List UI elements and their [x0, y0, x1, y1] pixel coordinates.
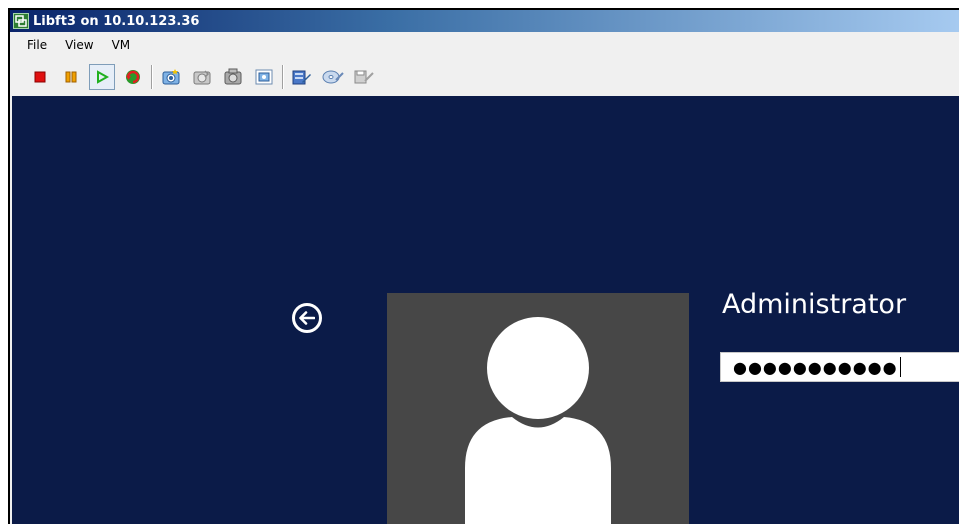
toolbar-separator — [151, 65, 153, 89]
vm-console-screen[interactable]: Administrator ●●●●●●●●●●● — [12, 96, 959, 524]
suspend-button[interactable] — [58, 64, 84, 90]
snapshot-manager-icon — [224, 68, 242, 85]
power-on-button[interactable] — [89, 64, 115, 90]
menu-bar: File View VM — [10, 35, 136, 55]
reset-icon — [126, 70, 140, 84]
vm-console-window: Libft3 on 10.10.123.36 File View VM Admi… — [8, 8, 959, 524]
menu-view[interactable]: View — [53, 38, 99, 52]
floppy-icon — [354, 70, 374, 84]
settings-icon — [255, 69, 273, 85]
window-title: Libft3 on 10.10.123.36 — [33, 13, 200, 29]
menu-file[interactable]: File — [10, 38, 53, 52]
title-bar: Libft3 on 10.10.123.36 — [10, 10, 959, 32]
menu-vm[interactable]: VM — [100, 38, 137, 52]
snapshot-revert-icon — [193, 70, 211, 85]
user-avatar — [387, 293, 689, 524]
connect-floppy-button[interactable] — [351, 64, 377, 90]
connect-cd-dvd-button[interactable] — [320, 64, 346, 90]
password-field[interactable]: ●●●●●●●●●●● — [720, 352, 959, 382]
vm-icon — [13, 13, 29, 29]
revert-snapshot-button[interactable] — [189, 64, 215, 90]
cd-dvd-icon — [322, 70, 344, 84]
pause-icon — [65, 71, 77, 83]
snapshot-manager-button[interactable] — [220, 64, 246, 90]
reset-button[interactable] — [120, 64, 146, 90]
back-button[interactable] — [292, 303, 322, 333]
snapshot-take-icon — [162, 69, 180, 85]
take-snapshot-button[interactable] — [158, 64, 184, 90]
console-settings-button[interactable] — [251, 64, 277, 90]
edit-settings-button[interactable] — [289, 64, 315, 90]
toolbar-separator — [282, 65, 284, 89]
text-caret — [899, 357, 901, 377]
username-label: Administrator — [722, 289, 907, 320]
user-silhouette-icon — [465, 317, 611, 524]
arrow-left-icon — [299, 311, 315, 325]
power-off-button[interactable] — [27, 64, 53, 90]
stop-icon — [34, 71, 46, 83]
play-icon — [97, 70, 109, 84]
toolbar — [10, 60, 959, 94]
edit-settings-icon — [292, 70, 311, 85]
password-mask: ●●●●●●●●●●● — [733, 357, 898, 377]
